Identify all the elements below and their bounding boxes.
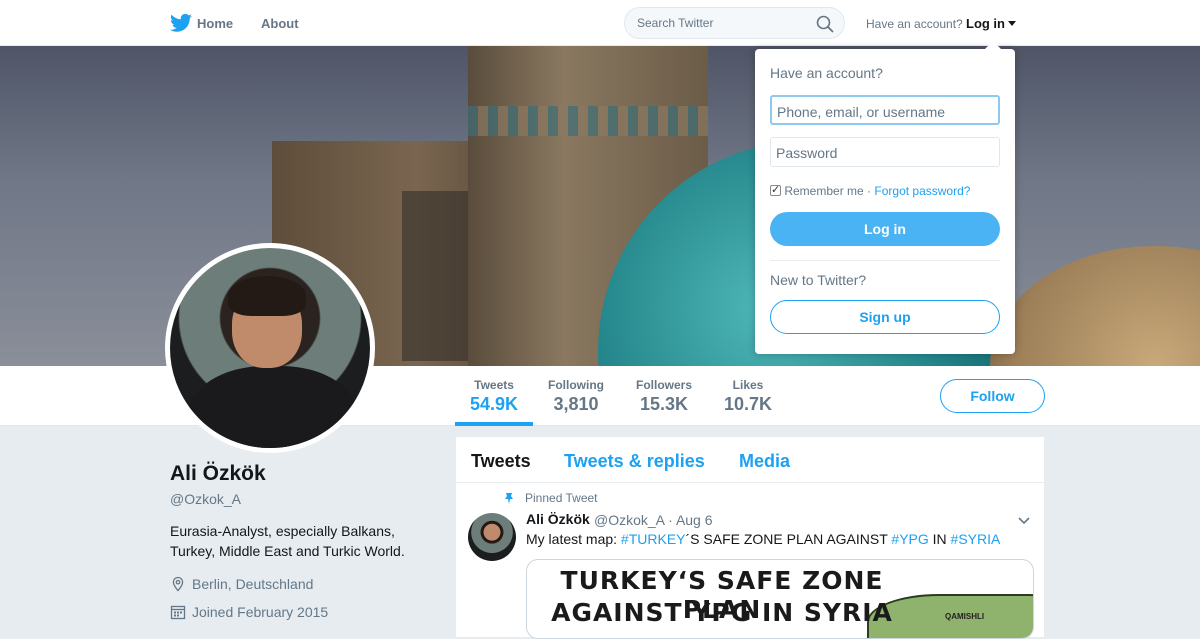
stat-value: 54.9K [470, 394, 519, 414]
avatar-hair [228, 276, 306, 316]
top-navigation: Home About Search Twitter Have an accoun… [0, 0, 1200, 46]
new-to-twitter-text: New to Twitter? [770, 272, 867, 288]
twitter-bird-icon[interactable] [170, 13, 192, 33]
tweet-date[interactable]: Aug 6 [676, 512, 713, 528]
tweet-text-part: ´S SAFE ZONE PLAN AGAINST [685, 531, 892, 547]
tweet-text: My latest map: #TURKEY´S SAFE ZONE PLAN … [526, 531, 1000, 547]
timeline-tabs: Tweets Tweets & replies Media [456, 437, 1044, 483]
stat-followers[interactable]: Followers 15.3K [636, 378, 692, 415]
stat-likes[interactable]: Likes 10.7K [724, 378, 772, 415]
password-input[interactable]: Password [770, 137, 1000, 167]
dropdown-title: Have an account? [770, 65, 883, 81]
stat-value: 3,810 [553, 394, 599, 414]
stat-tweets[interactable]: Tweets 54.9K [470, 378, 518, 415]
stat-label: Tweets [474, 378, 514, 392]
tweet-handle[interactable]: @Ozkok_A [594, 512, 664, 528]
tweet-author-name[interactable]: Ali Özkök [526, 511, 590, 527]
location-text: Berlin, Deutschland [192, 576, 314, 592]
active-stat-underline [455, 422, 533, 426]
tab-media[interactable]: Media [739, 451, 790, 472]
banner-stone-dome [990, 246, 1200, 366]
profile-avatar[interactable] [165, 243, 375, 453]
stat-label: Followers [636, 378, 693, 392]
search-input[interactable]: Search Twitter [624, 7, 845, 39]
dropdown-divider [770, 260, 1000, 261]
stat-value: 15.3K [639, 394, 689, 414]
stat-label: Following [548, 378, 604, 392]
hashtag-link[interactable]: #YPG [891, 531, 928, 547]
tweet-separator: · [668, 512, 673, 528]
search-placeholder: Search Twitter [637, 16, 714, 30]
profile-bio: Eurasia-Analyst, especially Balkans, Tur… [170, 523, 405, 559]
login-dropdown: Have an account? Phone, email, or userna… [755, 41, 1015, 354]
follow-button[interactable]: Follow [940, 379, 1045, 413]
search-icon[interactable] [816, 15, 834, 33]
stat-value: 10.7K [724, 394, 773, 414]
signup-button[interactable]: Sign up [770, 300, 1000, 334]
tweet-media-image[interactable]: TURKEY‘S SAFE ZONE PLAN AGAINST YPG IN S… [526, 559, 1034, 639]
media-map-city-label: QAMISHLI [945, 612, 985, 621]
hashtag-link[interactable]: #TURKEY [621, 531, 686, 547]
chevron-down-icon[interactable] [1018, 517, 1030, 525]
tweet-avatar[interactable] [468, 513, 516, 561]
tab-tweets[interactable]: Tweets [471, 451, 531, 472]
login-dropdown-toggle[interactable]: Log in [966, 16, 1005, 31]
pinned-tweet-label: Pinned Tweet [525, 491, 598, 505]
remember-separator: · [867, 184, 872, 198]
profile-name[interactable]: Ali Özkök [170, 462, 266, 486]
media-title-line: AGAINST YPG IN SYRIA [551, 598, 893, 627]
stat-following[interactable]: Following 3,810 [548, 378, 604, 415]
stat-label: Likes [732, 378, 764, 392]
login-button[interactable]: Log in [770, 212, 1000, 246]
caret-down-icon[interactable] [1008, 21, 1016, 26]
timeline: Tweets Tweets & replies Media Pinned Twe… [456, 437, 1044, 639]
tweet-text-part: My latest map: [526, 531, 621, 547]
nav-home-link[interactable]: Home [197, 16, 233, 31]
hashtag-link[interactable]: #SYRIA [951, 531, 1001, 547]
tweet-meta: @Ozkok_A · Aug 6 [594, 512, 713, 528]
joined-text: Joined February 2015 [192, 604, 329, 620]
profile-handle[interactable]: @Ozkok_A [170, 491, 241, 507]
forgot-password-link[interactable]: Forgot password? [874, 184, 970, 198]
tweet-text-part: IN [928, 531, 951, 547]
remember-row: Remember me · Forgot password? [770, 183, 970, 198]
calendar-icon [170, 605, 186, 620]
nav-about-link[interactable]: About [261, 16, 299, 31]
location-pin-icon [172, 576, 184, 592]
tab-tweets-replies[interactable]: Tweets & replies [564, 451, 705, 472]
have-account-text: Have an account? [866, 17, 963, 31]
pin-icon [505, 493, 513, 504]
remember-label[interactable]: Remember me [784, 184, 863, 198]
username-input[interactable]: Phone, email, or username [770, 95, 1000, 125]
remember-checkbox[interactable] [770, 183, 781, 196]
avatar-body [188, 366, 358, 448]
